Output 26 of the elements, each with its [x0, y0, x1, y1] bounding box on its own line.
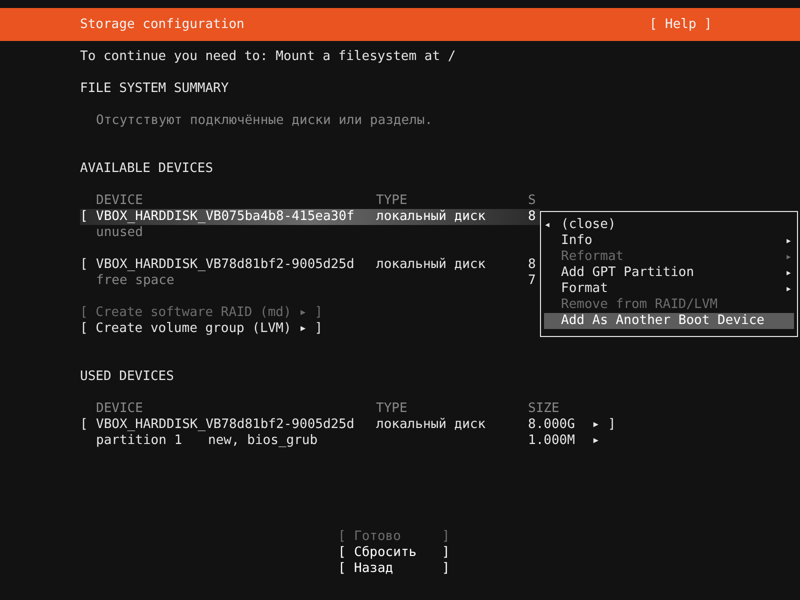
column-header: TYPE [376, 401, 408, 417]
device-status: unused [96, 225, 144, 241]
device-row[interactable]: [ VBOX_HARDDISK_VB78d81bf2-9005d25d локальный диск 8 [80, 257, 540, 273]
footer-button[interactable]: [ Сбросить ] [338, 545, 450, 561]
menu-item[interactable]: Format ▸ [544, 281, 794, 297]
footer-button[interactable]: [ Назад ] [338, 561, 450, 577]
action-button[interactable]: [ Create volume group (LVM) ▸ ] [80, 321, 323, 337]
menu-item[interactable]: Add GPT Partition ▸ [544, 265, 794, 281]
section-heading: AVAILABLE DEVICES [80, 161, 214, 177]
column-header: TYPE [376, 193, 408, 209]
section-heading: USED DEVICES [80, 369, 174, 385]
section-heading: FILE SYSTEM SUMMARY [80, 81, 229, 97]
column-header: S [528, 193, 537, 209]
menu-item[interactable]: Add As Another Boot Device [544, 313, 794, 329]
status-message: Отсутствуют подключённые диски или разделы. [96, 113, 433, 129]
partition-row[interactable]: partition 1 new, bios_grub 1.000M ▸ [80, 433, 616, 449]
menu-item[interactable]: ◂ (close) [544, 217, 794, 233]
column-header: SIZE [528, 401, 560, 417]
column-header: DEVICE [96, 401, 144, 417]
device-status: free space [96, 273, 176, 289]
menu-item[interactable]: Info ▸ [544, 233, 794, 249]
screen-title: Storage configuration [80, 16, 244, 32]
instruction-text: To continue you need to: Mount a filesystem at / [80, 49, 456, 65]
size-text: 7 [528, 273, 536, 289]
device-row[interactable]: [ VBOX_HARDDISK_VB075ba4b8-415ea30f локальный диск 8 [80, 209, 540, 225]
column-header: DEVICE [96, 193, 144, 209]
